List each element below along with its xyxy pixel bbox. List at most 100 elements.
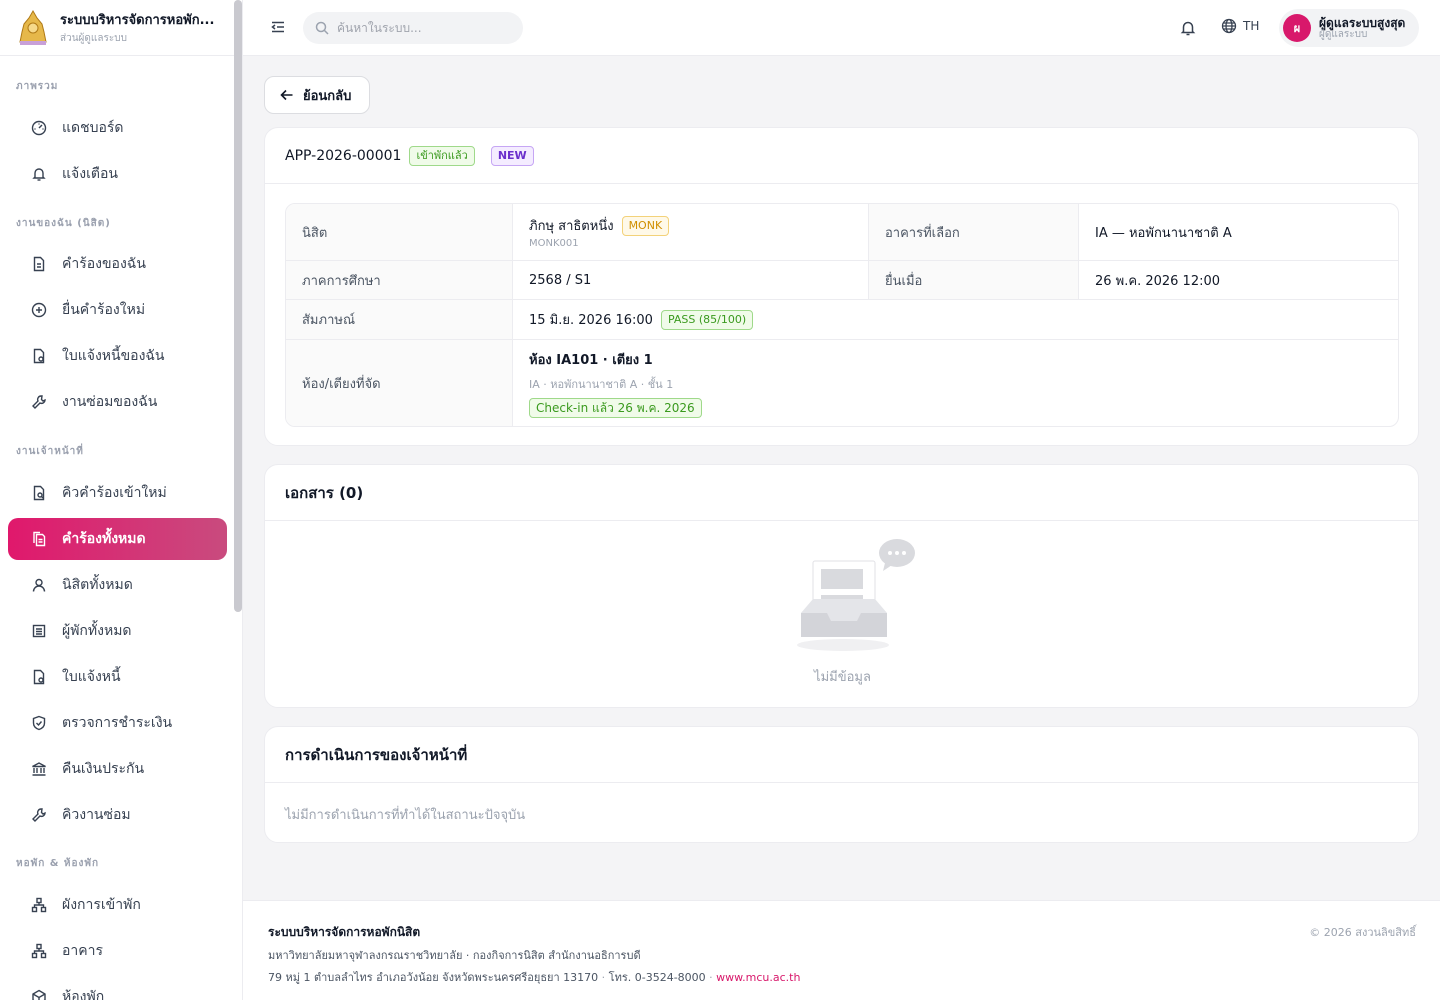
sidebar-item-label: คำร้องทั้งหมด	[62, 531, 146, 547]
actions-title: การดำเนินการของเจ้าหน้าที่	[265, 727, 1418, 783]
building-label: อาคารที่เลือก	[869, 204, 1079, 260]
interview-result-badge: PASS (85/100)	[660, 309, 754, 330]
sidebar-item-repair-queue[interactable]: คิวงานซ่อม	[8, 794, 227, 836]
invoice-icon	[30, 347, 48, 365]
collapse-menu-icon[interactable]	[269, 18, 287, 36]
sidebar-item-label: แจ้งเตือน	[62, 166, 118, 182]
sidebar-item-label: นิสิตทั้งหมด	[62, 577, 133, 593]
documents-title: เอกสาร (0)	[265, 465, 1418, 521]
empty-inbox-icon	[797, 539, 915, 651]
sidebar-item-label: ห้องพัก	[62, 989, 105, 1000]
wrench-icon	[30, 393, 48, 411]
term-label: ภาคการศึกษา	[286, 261, 513, 299]
sidebar-item-label: คำร้องของฉัน	[62, 256, 146, 272]
user-menu[interactable]: ผ ผู้ดูแลระบบสูงสุด ผู้ดูแลระบบ	[1279, 9, 1419, 47]
student-id: MONK001	[529, 238, 579, 249]
brand-subtitle: ส่วนผู้ดูแลระบบ	[60, 33, 127, 44]
table-row: ห้อง/เตียงที่จัด ห้อง IA101 · เตียง 1 IA…	[286, 340, 1398, 426]
sidebar-item-label: อาคาร	[62, 943, 104, 959]
submitted-value: 26 พ.ค. 2026 12:00	[1095, 273, 1221, 289]
room-detail: IA · หอพักนานาชาติ A · ชั้น 1	[529, 377, 674, 391]
brand-title: ระบบบริหารจัดการหอพัก...	[60, 13, 215, 28]
sidebar-item-all-residents[interactable]: ผู้พักทั้งหมด	[8, 610, 227, 652]
sidebar-item-label: ตรวจการชำระเงิน	[62, 715, 173, 731]
search-input[interactable]	[337, 21, 507, 35]
sidebar-item-label: งานซ่อมของฉัน	[62, 394, 158, 410]
sidebar-item-occupancy-map[interactable]: ผังการเข้าพัก	[8, 884, 227, 926]
notification-bell-icon[interactable]	[1179, 19, 1197, 37]
section-dorms: หอพัก & ห้องพัก	[16, 858, 100, 869]
sidebar-item-deposit-refund[interactable]: คืนเงินประกัน	[8, 748, 227, 790]
sidebar-item-payment-check[interactable]: ตรวจการชำระเงิน	[8, 702, 227, 744]
sidebar-item-label: คืนเงินประกัน	[62, 761, 145, 777]
student-name: ภิกษุ สาธิตหนึ่ง	[529, 219, 614, 234]
list-icon	[30, 622, 48, 640]
section-overview: ภาพรวม	[16, 81, 59, 92]
documents-empty-text: ไม่มีข้อมูล	[814, 670, 871, 685]
section-my-work: งานของฉัน (นิสิต)	[16, 218, 111, 229]
actions-empty-text: ไม่มีการดำเนินการที่ทำได้ในสถานะปัจจุบัน	[285, 808, 526, 823]
footer-copyright: © 2026 สงวนลิขสิทธิ์	[1309, 926, 1416, 939]
invoice-icon	[30, 668, 48, 686]
document-icon	[30, 255, 48, 273]
sidebar-item-label: คิวงานซ่อม	[62, 807, 131, 823]
search-icon	[315, 21, 329, 35]
sidebar-item-my-invoices[interactable]: ใบแจ้งหนี้ของฉัน	[8, 335, 227, 377]
table-row: สัมภาษณ์ 15 มิ.ย. 2026 16:00 PASS (85/10…	[286, 300, 1398, 340]
org-chart-icon	[30, 896, 48, 914]
table-row: นิสิต ภิกษุ สาธิตหนึ่ง MONK MONK001 อาคา…	[286, 204, 1398, 261]
sidebar-item-label: แดชบอร์ด	[62, 120, 124, 136]
sidebar-item-label: ผู้พักทั้งหมด	[62, 623, 132, 639]
sidebar-item-invoices[interactable]: ใบแจ้งหนี้	[8, 656, 227, 698]
footer-org: มหาวิทยาลัยมหาจุฬาลงกรณราชวิทยาลัย · กอง…	[268, 949, 641, 962]
wrench-icon	[30, 806, 48, 824]
sidebar-item-label: ใบแจ้งหนี้	[62, 669, 121, 685]
sidebar-item-new-request[interactable]: ยื่นคำร้องใหม่	[8, 289, 227, 331]
footer-website-link[interactable]: www.mcu.ac.th	[716, 971, 800, 984]
sidebar-item-label: ใบแจ้งหนี้ของฉัน	[62, 348, 165, 364]
sidebar-item-my-requests[interactable]: คำร้องของฉัน	[8, 243, 227, 285]
student-label: นิสิต	[286, 204, 513, 260]
org-chart-icon	[30, 942, 48, 960]
documents-card: เอกสาร (0) ไม่มีข้อมูล	[264, 464, 1419, 708]
arrow-left-icon	[280, 89, 293, 101]
avatar: ผ	[1283, 14, 1311, 42]
sidebar-item-request-queue[interactable]: คิวคำร้องเข้าใหม่	[8, 472, 227, 514]
plus-circle-icon	[30, 301, 48, 319]
back-button[interactable]: ย้อนกลับ	[264, 76, 370, 114]
sidebar-item-notifications[interactable]: แจ้งเตือน	[8, 153, 227, 195]
footer: ระบบบริหารจัดการหอพักนิสิต มหาวิทยาลัยมห…	[243, 900, 1440, 1000]
user-name: ผู้ดูแลระบบสูงสุด	[1319, 15, 1406, 30]
room-cell: ห้อง IA101 · เตียง 1 IA · หอพักนานาชาติ …	[513, 340, 702, 426]
interview-cell: 15 มิ.ย. 2026 16:00 PASS (85/100)	[513, 300, 754, 339]
dashboard-icon	[30, 119, 48, 137]
search-box[interactable]	[303, 12, 523, 44]
application-card: APP-2026-00001 เข้าพักแล้ว NEW นิสิต ภิก…	[264, 127, 1419, 446]
sidebar-item-all-requests[interactable]: คำร้องทั้งหมด	[8, 518, 227, 560]
footer-contact: 79 หมู่ 1 ตำบลลำไทร อำเภอวังน้อย จังหวัด…	[268, 971, 801, 984]
footer-phone: โทร. 0-3524-8000	[608, 971, 706, 984]
interview-label: สัมภาษณ์	[286, 300, 513, 339]
brand[interactable]: ระบบบริหารจัดการหอพัก... ส่วนผู้ดูแลระบบ	[0, 0, 242, 56]
status-badge: เข้าพักแล้ว	[409, 145, 475, 166]
topbar: TH ผ ผู้ดูแลระบบสูงสุด ผู้ดูแลระบบ	[243, 0, 1440, 56]
globe-icon	[1221, 18, 1237, 34]
checkin-badge: Check-in แล้ว 26 พ.ค. 2026	[529, 397, 702, 418]
application-number: APP-2026-00001	[285, 147, 402, 164]
sidebar-item-all-students[interactable]: นิสิตทั้งหมด	[8, 564, 227, 606]
language-label: TH	[1243, 19, 1260, 33]
footer-title: ระบบบริหารจัดการหอพักนิสิต	[268, 925, 421, 939]
sidebar-item-rooms[interactable]: ห้องพัก	[8, 976, 227, 1000]
sidebar-scrollbar[interactable]	[234, 0, 242, 612]
sidebar-item-buildings[interactable]: อาคาร	[8, 930, 227, 972]
student-cell: ภิกษุ สาธิตหนึ่ง MONK MONK001	[513, 204, 869, 260]
bank-icon	[30, 760, 48, 778]
sidebar-item-label: ผังการเข้าพัก	[62, 897, 141, 913]
sidebar-item-my-repairs[interactable]: งานซ่อมของฉัน	[8, 381, 227, 423]
new-badge: NEW	[490, 145, 534, 166]
user-role: ผู้ดูแลระบบ	[1319, 28, 1368, 40]
language-switcher[interactable]: TH	[1221, 18, 1259, 34]
sidebar: ระบบบริหารจัดการหอพัก... ส่วนผู้ดูแลระบบ…	[0, 0, 243, 1000]
sidebar-item-dashboard[interactable]: แดชบอร์ด	[8, 107, 227, 149]
cube-icon	[30, 988, 48, 1000]
